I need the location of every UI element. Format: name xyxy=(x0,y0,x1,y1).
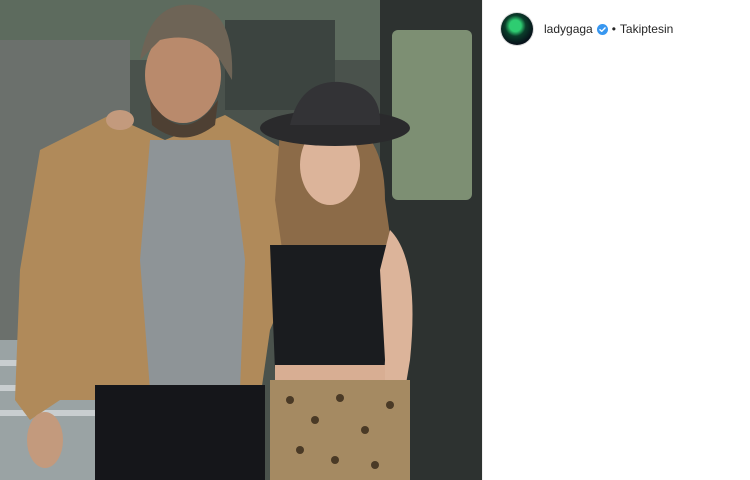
verified-badge-icon xyxy=(596,23,608,35)
post-sidebar: ladygaga • Takiptesin xyxy=(482,0,750,480)
header-separator: • xyxy=(611,22,616,36)
post-photo-illustration xyxy=(0,0,482,480)
post-photo[interactable] xyxy=(0,0,482,480)
username-link[interactable]: ladygaga xyxy=(544,22,593,36)
instagram-post: ladygaga • Takiptesin xyxy=(0,0,750,480)
post-header: ladygaga • Takiptesin xyxy=(483,0,750,58)
follow-status-button[interactable]: Takiptesin xyxy=(620,22,673,36)
profile-avatar[interactable] xyxy=(501,13,533,45)
